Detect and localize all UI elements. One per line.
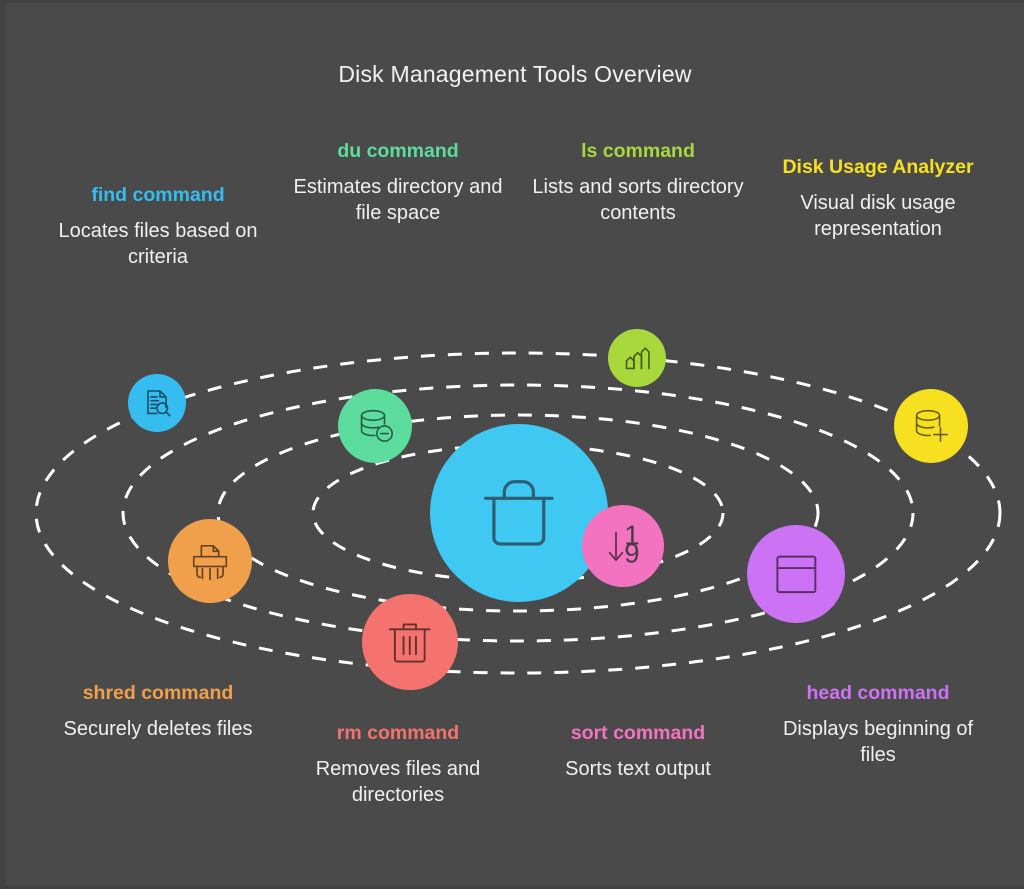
node-find[interactable] (128, 374, 186, 432)
paper-shredder-icon (184, 535, 236, 587)
node-head[interactable] (747, 525, 845, 623)
label-desc-sort: Sorts text output (565, 757, 711, 780)
node-du[interactable] (338, 389, 412, 463)
node-dua[interactable] (894, 389, 968, 463)
label-head: head command Displays beginning of files (764, 681, 992, 768)
label-desc-ls: Lists and sorts directory contents (532, 175, 744, 224)
diagram-canvas: Disk Management Tools Overview 1 9 find … (0, 0, 1024, 889)
window-header-icon (766, 544, 827, 605)
label-sort: sort command Sorts text output (524, 721, 752, 783)
node-rm[interactable] (362, 594, 458, 690)
waste-bin-icon (469, 463, 569, 563)
label-rm: rm command Removes files and directories (284, 721, 512, 808)
label-find: find command Locates files based on crit… (44, 183, 272, 270)
label-title-ls: ls command (581, 140, 695, 162)
database-plus-icon (908, 403, 954, 449)
label-title-dua: Disk Usage Analyzer (782, 156, 974, 178)
node-ls[interactable] (608, 329, 666, 387)
stacked-files-icon (619, 340, 655, 376)
svg-text:9: 9 (624, 537, 639, 568)
label-dua: Disk Usage Analyzer Visual disk usage re… (764, 155, 992, 242)
label-desc-rm: Removes files and directories (315, 757, 481, 806)
label-title-sort: sort command (570, 722, 706, 744)
label-title-head: head command (806, 682, 950, 704)
label-title-du: du command (337, 140, 459, 162)
label-desc-dua: Visual disk usage representation (800, 191, 956, 240)
label-du: du command Estimates directory and file … (284, 139, 512, 226)
label-shred: shred command Securely deletes files (44, 681, 272, 743)
sort-descending-icon: 1 9 (598, 521, 649, 572)
label-desc-du: Estimates directory and file space (293, 175, 503, 224)
label-desc-find: Locates files based on criteria (58, 219, 258, 268)
label-desc-shred: Securely deletes files (63, 717, 253, 740)
label-ls: ls command Lists and sorts directory con… (524, 139, 752, 226)
node-shred[interactable] (168, 519, 252, 603)
label-desc-head: Displays beginning of files (782, 717, 974, 766)
label-title-find: find command (91, 184, 225, 206)
label-title-rm: rm command (336, 722, 460, 744)
document-search-icon (139, 385, 175, 421)
node-sort[interactable]: 1 9 (582, 505, 664, 587)
node-central-bin[interactable] (430, 424, 608, 602)
trash-can-icon (380, 612, 440, 672)
database-minus-icon (352, 403, 398, 449)
label-title-shred: shred command (82, 682, 234, 704)
page-title: Disk Management Tools Overview (338, 61, 692, 87)
